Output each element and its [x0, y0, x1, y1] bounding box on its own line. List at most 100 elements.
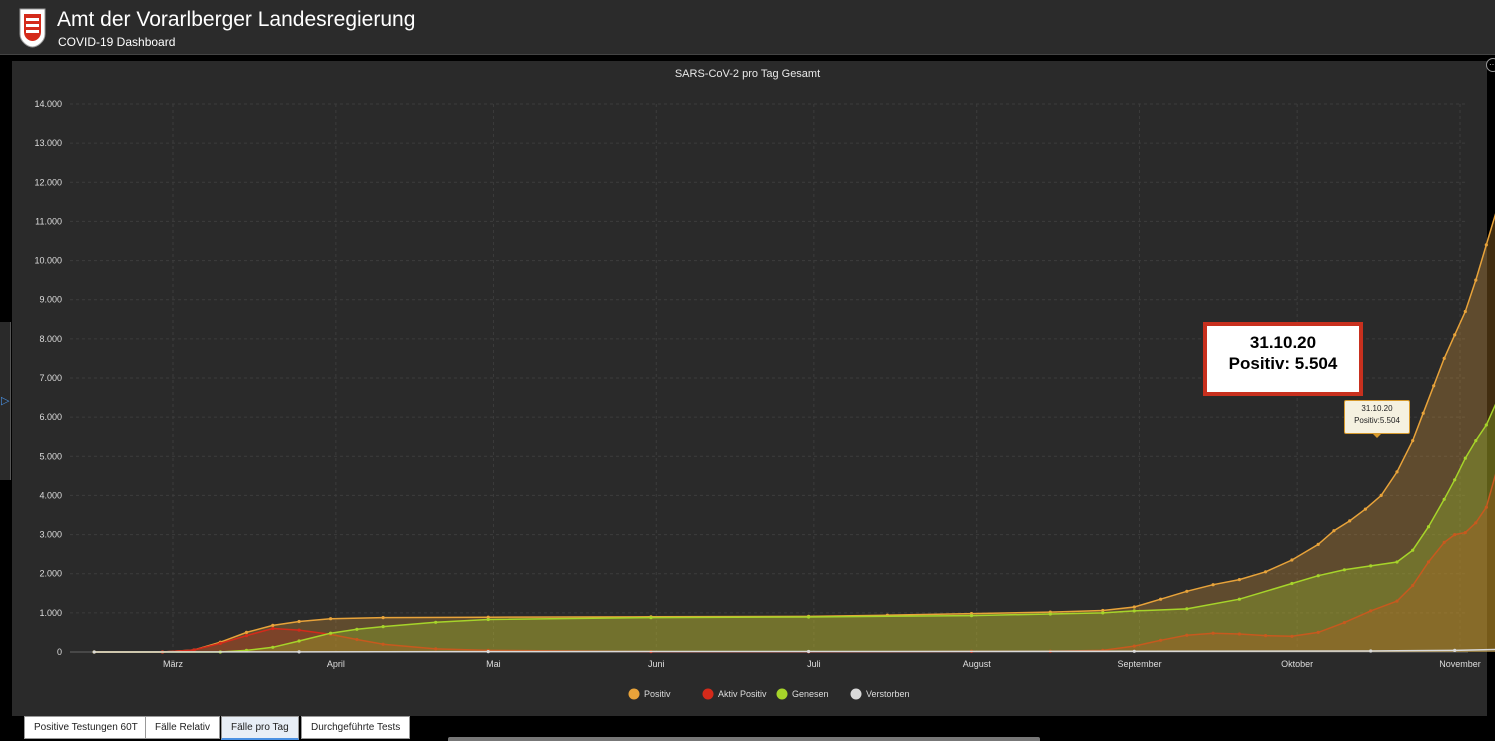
data-point	[1411, 439, 1415, 443]
data-point	[1348, 519, 1352, 523]
y-tick-label: 3.000	[39, 530, 62, 540]
legend-label: Verstorben	[866, 689, 910, 699]
data-point	[1290, 581, 1294, 586]
series-area-positiv	[94, 215, 1495, 652]
data-point	[1463, 309, 1467, 314]
data-point	[486, 617, 490, 622]
data-point	[1237, 597, 1241, 601]
y-tick-label: 6.000	[39, 412, 62, 422]
legend-label: Positiv	[644, 689, 671, 699]
y-tick-label: 13.000	[34, 138, 62, 148]
y-tick-label: 7.000	[39, 373, 62, 383]
data-point	[1369, 649, 1373, 653]
data-point	[1474, 278, 1478, 282]
y-tick-label: 11.000	[35, 216, 62, 226]
x-tick-label: März	[163, 659, 183, 669]
data-point	[297, 628, 301, 632]
tab-faelle-pro-tag[interactable]: Fälle pro Tag	[221, 716, 299, 740]
y-tick-label: 10.000	[34, 256, 62, 266]
data-point	[244, 634, 249, 638]
data-point	[1159, 597, 1163, 601]
x-tick-label: Mai	[486, 659, 501, 669]
data-point	[297, 650, 301, 654]
data-point	[1421, 411, 1425, 415]
data-point	[92, 650, 96, 654]
x-tick-label: Oktober	[1281, 659, 1313, 669]
tab-durchgefuehrte-tests[interactable]: Durchgeführte Tests	[301, 716, 411, 739]
legend-label: Genesen	[792, 689, 829, 699]
y-tick-label: 12.000	[34, 177, 62, 187]
data-point	[1453, 478, 1457, 482]
data-point	[434, 620, 438, 624]
y-tick-label: 1.000	[39, 608, 62, 618]
data-point	[1395, 560, 1399, 564]
data-point	[969, 614, 974, 618]
data-point	[649, 616, 653, 620]
data-point	[1395, 470, 1399, 474]
data-point	[1132, 609, 1136, 613]
data-point	[271, 623, 275, 628]
y-tick-label: 0	[57, 647, 62, 657]
legend-marker	[702, 688, 714, 700]
tab-positive-testungen-60t[interactable]: Positive Testungen 60T	[24, 716, 148, 739]
y-tick-label: 2.000	[39, 569, 62, 579]
data-point	[1379, 493, 1383, 497]
data-point	[1342, 568, 1346, 572]
tooltip-date: 31.10.20	[1361, 404, 1393, 413]
data-point	[1442, 356, 1446, 360]
data-point	[329, 631, 333, 635]
data-point	[807, 649, 811, 654]
x-tick-label: Juni	[648, 659, 665, 669]
data-point	[1363, 507, 1367, 511]
data-point	[1332, 529, 1336, 533]
y-tick-label: 9.000	[39, 295, 62, 305]
callout-date: 31.10.20	[1249, 333, 1317, 352]
tooltip-value: Positiv:5.504	[1354, 416, 1400, 425]
x-tick-label: Juli	[807, 659, 821, 669]
data-point	[486, 650, 490, 654]
data-point	[271, 645, 275, 649]
data-point	[1264, 570, 1268, 574]
x-tick-label: November	[1439, 659, 1481, 669]
data-point	[1185, 589, 1189, 593]
callout-annotation: 31.10.20 Positiv: 5.504	[1203, 322, 1363, 396]
data-point	[329, 617, 333, 621]
y-tick-label: 4.000	[39, 490, 62, 500]
y-tick-label: 14.000	[34, 99, 62, 109]
chart-tooltip: 31.10.20 Positiv:5.504	[1344, 400, 1410, 434]
y-tick-label: 8.000	[39, 334, 62, 344]
data-point	[1369, 564, 1373, 568]
data-point	[807, 615, 811, 619]
data-point	[1132, 649, 1136, 653]
legend-label: Aktiv Positiv	[718, 689, 767, 699]
data-point	[1132, 605, 1136, 609]
data-point	[381, 616, 385, 620]
legend-marker	[776, 688, 788, 700]
data-point	[1453, 648, 1457, 653]
data-point	[1484, 423, 1488, 427]
data-point	[355, 627, 359, 631]
tab-faelle-relativ[interactable]: Fälle Relativ	[145, 716, 221, 739]
data-point	[1432, 384, 1436, 388]
data-point	[1474, 439, 1478, 443]
y-tick-label: 5.000	[39, 451, 62, 461]
data-point	[297, 619, 301, 624]
data-point	[1316, 574, 1320, 578]
legend-marker	[850, 688, 862, 700]
data-point	[1442, 497, 1446, 501]
data-point	[1316, 542, 1320, 547]
x-tick-label: September	[1118, 659, 1162, 669]
data-point	[1211, 583, 1215, 587]
data-point	[218, 641, 222, 646]
data-point	[1048, 612, 1052, 616]
callout-value: Positiv: 5.504	[1228, 354, 1338, 373]
legend-marker	[628, 688, 640, 700]
os-taskbar	[448, 737, 1040, 741]
data-point	[1411, 548, 1415, 552]
data-point	[1290, 558, 1294, 562]
data-point	[297, 639, 301, 643]
data-point	[1463, 456, 1467, 460]
tooltip-pointer	[1372, 433, 1382, 438]
data-point	[381, 625, 385, 629]
data-point	[192, 648, 196, 652]
